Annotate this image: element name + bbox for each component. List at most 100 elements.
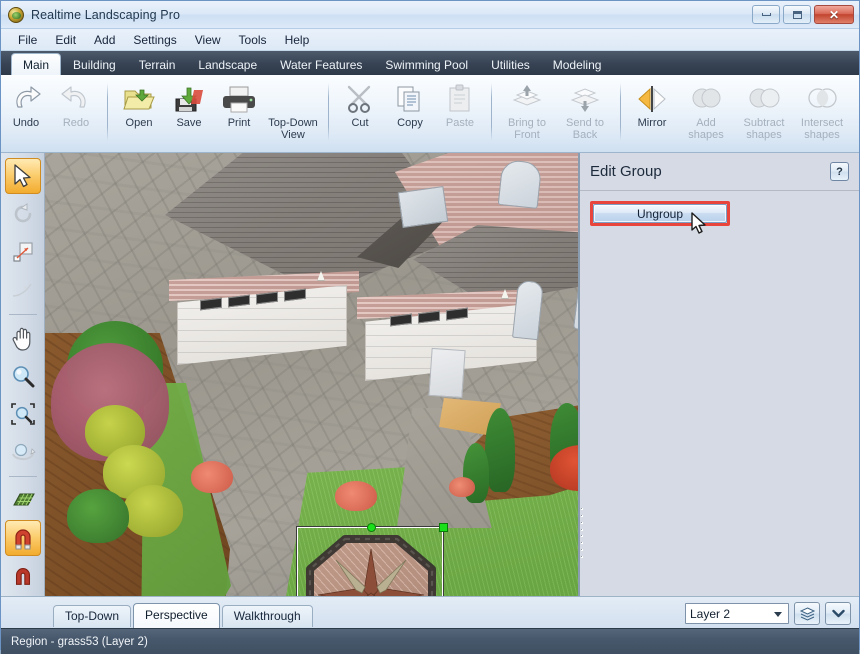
send-to-back-icon xyxy=(568,83,602,115)
tab-terrain[interactable]: Terrain xyxy=(128,55,187,75)
arched-window-top xyxy=(497,159,543,209)
ungroup-highlight-box: Ungroup xyxy=(590,201,730,234)
save-label: Save xyxy=(176,117,202,129)
pan-hand-tool[interactable] xyxy=(5,320,41,356)
tab-building[interactable]: Building xyxy=(62,55,127,75)
cut-label: Cut xyxy=(351,117,369,129)
tab-perspective[interactable]: Perspective xyxy=(133,603,220,628)
selection-bounding-box[interactable] xyxy=(296,523,448,596)
grid-snap-tool[interactable] xyxy=(5,482,41,518)
select-arrow-tool[interactable] xyxy=(4,158,41,194)
layer-select[interactable]: Layer 2 xyxy=(685,603,789,624)
ribbon-group-history: Undo Redo xyxy=(1,81,101,149)
layer-dropdown-button[interactable] xyxy=(825,602,851,625)
conifer-left xyxy=(485,408,515,492)
tab-top-down[interactable]: Top-Down xyxy=(53,604,132,627)
paste-button[interactable]: Paste xyxy=(435,81,485,130)
menu-view[interactable]: View xyxy=(186,31,230,49)
menu-help[interactable]: Help xyxy=(276,31,319,49)
mirror-button[interactable]: Mirror xyxy=(627,81,677,130)
rotate-handle-round[interactable] xyxy=(367,523,376,532)
scale-handle-square[interactable] xyxy=(439,523,448,532)
print-label: Print xyxy=(227,117,251,129)
house-model xyxy=(165,153,578,453)
menu-tools[interactable]: Tools xyxy=(230,31,276,49)
bring-to-front-label: Bring to Front xyxy=(508,117,546,141)
compass-rose-paver-medallion[interactable] xyxy=(306,535,436,596)
intersect-shapes-button[interactable]: Intersect shapes xyxy=(793,81,851,141)
ribbon-tab-bar: Main Building Terrain Landscape Water Fe… xyxy=(1,51,859,75)
send-to-back-label: Send to Back xyxy=(566,117,604,141)
tab-modeling[interactable]: Modeling xyxy=(542,55,613,75)
front-door xyxy=(428,347,466,399)
minimize-icon xyxy=(761,13,771,16)
copy-label: Copy xyxy=(397,117,423,129)
redo-button[interactable]: Redo xyxy=(51,81,101,130)
ribbon-group-order: Bring to Front Send to Back xyxy=(498,81,614,149)
copy-pages-icon xyxy=(393,83,427,115)
zoom-tool[interactable] xyxy=(5,358,41,394)
shrub-green-lower-left xyxy=(67,489,129,543)
maximize-button[interactable] xyxy=(783,5,811,24)
magnet-snap-tool[interactable] xyxy=(4,520,41,556)
clipboard-icon xyxy=(443,83,477,115)
help-button[interactable]: ? xyxy=(830,162,849,181)
ungroup-button[interactable]: Ungroup xyxy=(593,204,727,223)
copy-button[interactable]: Copy xyxy=(385,81,435,130)
undo-label: Undo xyxy=(12,117,40,129)
menu-settings[interactable]: Settings xyxy=(124,31,185,49)
tab-water-features[interactable]: Water Features xyxy=(269,55,373,75)
menu-add[interactable]: Add xyxy=(85,31,124,49)
tab-swimming-pool[interactable]: Swimming Pool xyxy=(374,55,479,75)
redo-label: Redo xyxy=(62,117,90,129)
flower-cluster-2 xyxy=(335,481,377,511)
ribbon-toolbar: Undo Redo Open Save Print Top-Down View … xyxy=(1,75,859,153)
window-title: Realtime Landscaping Pro xyxy=(31,7,181,22)
scene-3d-view[interactable] xyxy=(45,153,578,596)
mirror-icon xyxy=(635,83,669,115)
print-button[interactable]: Print xyxy=(214,81,264,130)
ribbon-group-shapes: Mirror Add shapes Subtract shapes Inters… xyxy=(627,81,851,149)
save-button[interactable]: Save xyxy=(164,81,214,130)
menu-file[interactable]: File xyxy=(9,31,46,49)
application-window: Realtime Landscaping Pro ✕ File Edit Add… xyxy=(0,0,860,654)
tab-landscape[interactable]: Landscape xyxy=(187,55,268,75)
skylight-window xyxy=(397,185,449,229)
orbit-tool[interactable] xyxy=(5,434,41,470)
open-folder-icon xyxy=(122,83,156,115)
tab-utilities[interactable]: Utilities xyxy=(480,55,541,75)
send-to-back-button[interactable]: Send to Back xyxy=(556,81,614,141)
view-mode-bar: Top-Down Perspective Walkthrough Layer 2 xyxy=(1,596,859,628)
cut-button[interactable]: Cut xyxy=(335,81,385,130)
layers-button[interactable] xyxy=(794,602,820,625)
open-button[interactable]: Open xyxy=(114,81,164,130)
flower-cluster-1 xyxy=(191,461,233,493)
window-controls: ✕ xyxy=(752,5,854,24)
design-canvas[interactable] xyxy=(45,153,579,596)
tab-main[interactable]: Main xyxy=(11,53,62,75)
workspace: Edit Group ? Ungroup xyxy=(1,153,859,596)
rotate-tool[interactable] xyxy=(5,196,41,232)
scissors-icon xyxy=(343,83,377,115)
paste-label: Paste xyxy=(445,117,475,129)
magnet-tool-2[interactable] xyxy=(5,558,41,594)
menu-edit[interactable]: Edit xyxy=(46,31,85,49)
top-down-view-button[interactable]: Top-Down View xyxy=(264,81,322,141)
scale-tool[interactable] xyxy=(5,234,41,270)
ribbon-separator-4 xyxy=(620,83,621,141)
tab-walkthrough[interactable]: Walkthrough xyxy=(221,604,313,627)
undo-button[interactable]: Undo xyxy=(1,81,51,130)
close-button[interactable]: ✕ xyxy=(814,5,854,24)
bring-to-front-button[interactable]: Bring to Front xyxy=(498,81,556,141)
zoom-region-tool[interactable] xyxy=(5,396,41,432)
add-shapes-icon xyxy=(689,83,723,115)
subtract-shapes-button[interactable]: Subtract shapes xyxy=(735,81,793,141)
panel-header: Edit Group ? xyxy=(580,153,859,191)
tool-divider-2 xyxy=(8,476,37,477)
minimize-button[interactable] xyxy=(752,5,780,24)
layer-select-value: Layer 2 xyxy=(690,606,731,621)
add-shapes-button[interactable]: Add shapes xyxy=(677,81,735,141)
bend-curve-tool[interactable] xyxy=(5,272,41,308)
ribbon-separator-3 xyxy=(491,83,492,141)
layers-stack-icon xyxy=(799,607,815,621)
